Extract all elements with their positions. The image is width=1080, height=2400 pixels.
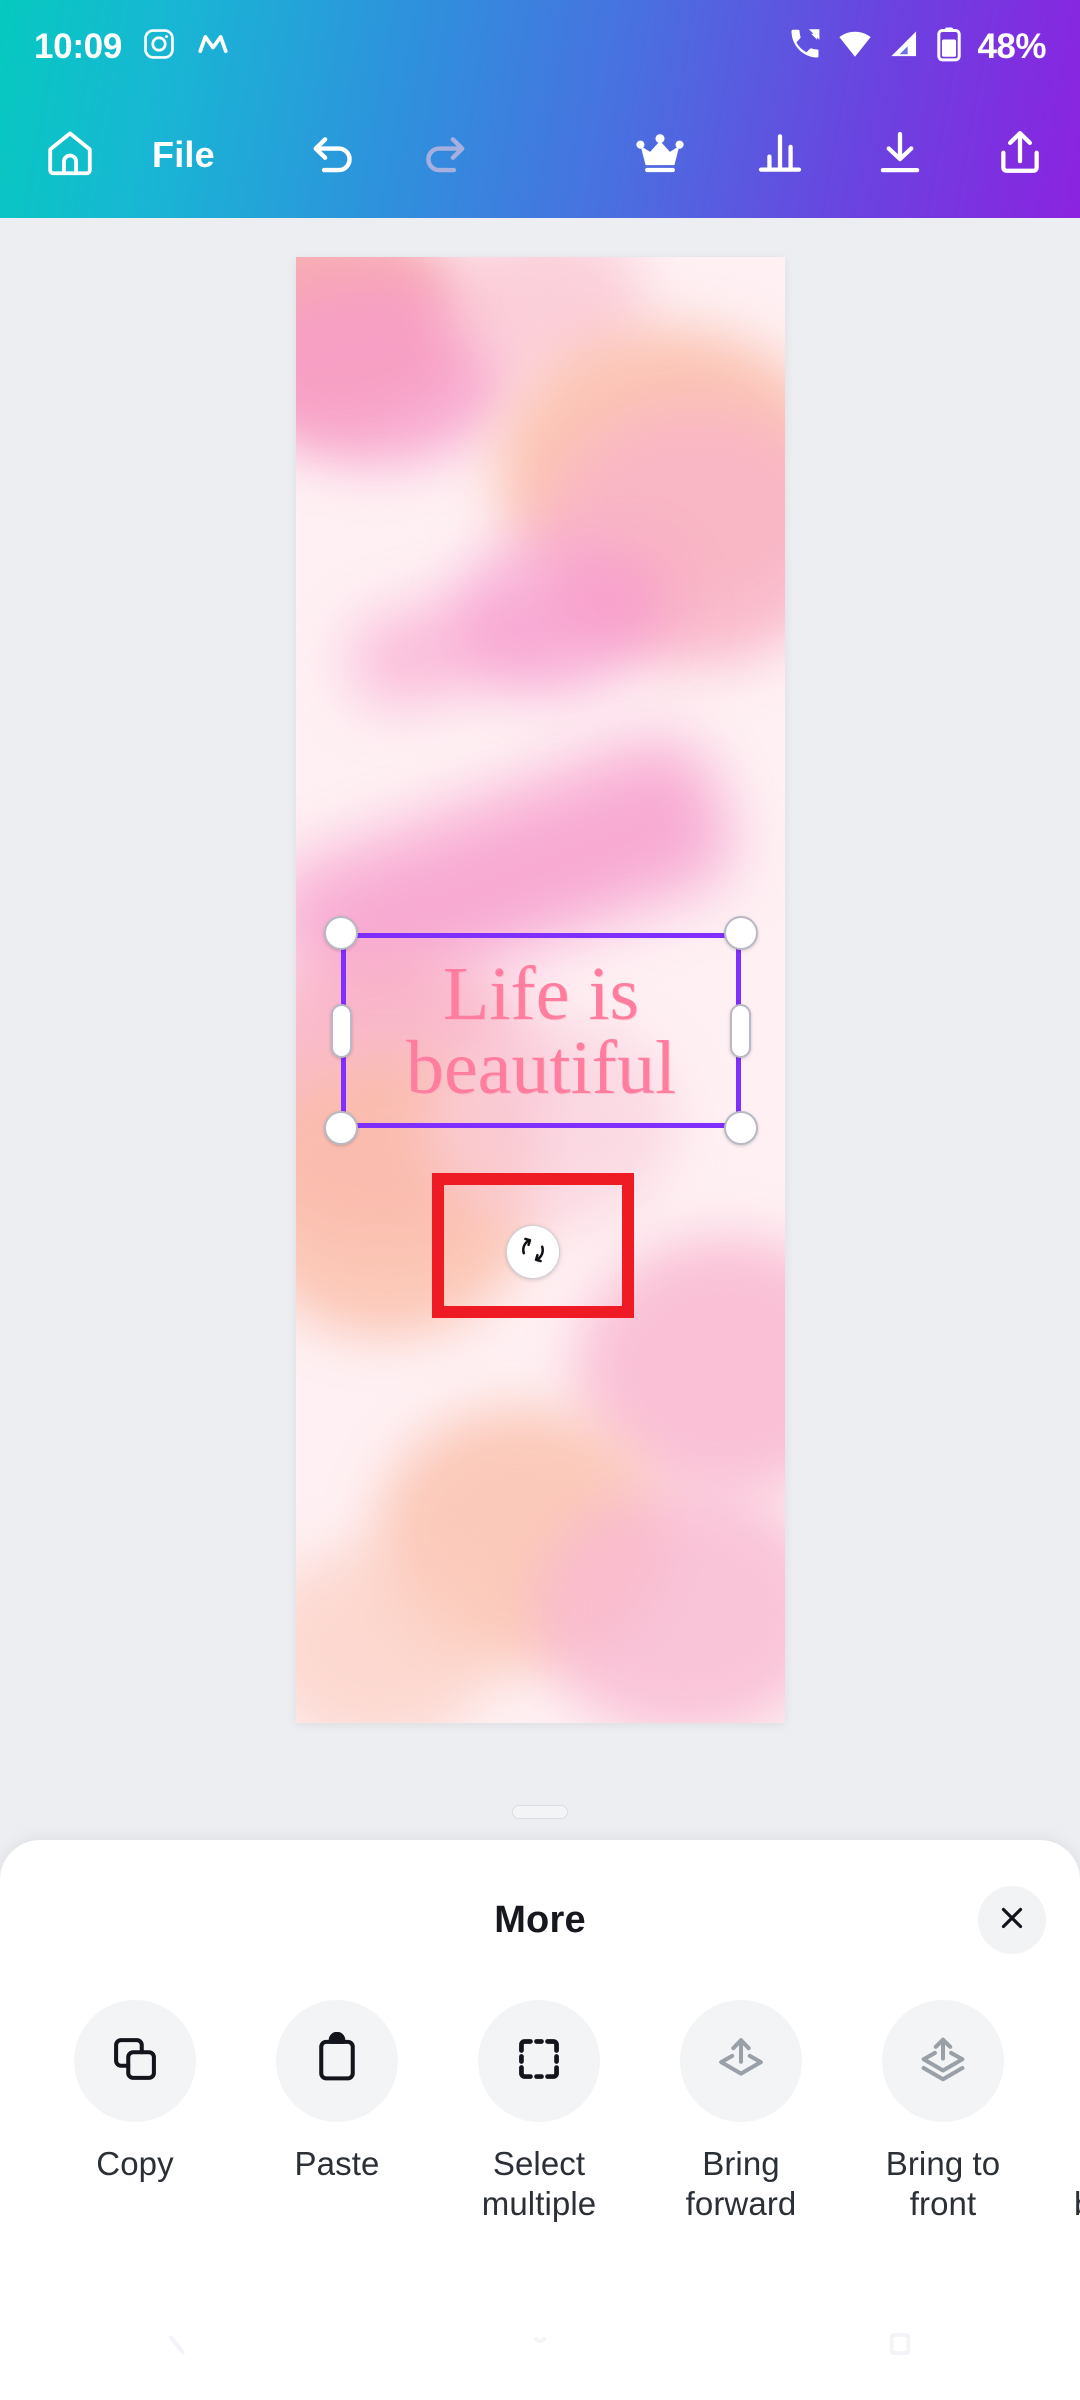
back-icon — [158, 2322, 202, 2371]
action-send-backward[interactable]: Send backward — [1044, 2000, 1080, 2225]
monzo-icon — [196, 27, 230, 66]
action-select-multiple-icon-wrap — [478, 2000, 600, 2122]
redo-icon — [417, 125, 473, 186]
battery-icon — [935, 26, 963, 67]
home-button[interactable] — [14, 92, 126, 218]
action-copy-label: Copy — [96, 2145, 174, 2182]
download-button[interactable] — [840, 92, 960, 218]
cellular-signal-icon — [887, 27, 921, 66]
resize-handle-left[interactable] — [331, 1003, 352, 1058]
app-header: 10:09 48% File — [0, 0, 1080, 218]
resize-handle-bottom-left[interactable] — [324, 1111, 358, 1145]
undo-button[interactable] — [277, 92, 389, 218]
selection-edge-bottom — [341, 1123, 741, 1128]
resize-handle-top-right[interactable] — [724, 916, 758, 950]
resize-handle-top-left[interactable] — [324, 916, 358, 950]
toolbar-right-group — [600, 92, 1080, 218]
action-paste-icon-wrap — [276, 2000, 398, 2122]
crown-icon — [633, 126, 687, 185]
sheet-title: More — [494, 1898, 586, 1941]
home-icon — [43, 126, 97, 185]
resize-handle-right[interactable] — [730, 1003, 751, 1058]
clipboard-icon — [310, 2031, 364, 2091]
action-select-multiple[interactable]: Select multiple — [438, 2000, 640, 2225]
close-icon — [996, 1902, 1028, 1939]
rotate-handle-button[interactable] — [506, 1225, 560, 1279]
action-select-multiple-label: Select multiple — [481, 2145, 597, 2223]
app-screen: 10:09 48% File Life is beautiful More Co… — [0, 0, 1080, 2400]
action-bring-to-front-icon-wrap — [882, 2000, 1004, 2122]
share-icon — [993, 126, 1047, 185]
action-send-backward-label: Send backward — [1074, 2144, 1080, 2225]
editor-toolbar: File — [0, 92, 1080, 218]
selection-edge-top — [341, 933, 741, 938]
recents-icon — [878, 2322, 922, 2371]
sheet-actions-row: Copy Paste Select multiple Bring forward… — [0, 2000, 1080, 2225]
status-bar-right: 48% — [787, 26, 1046, 67]
analytics-button[interactable] — [720, 92, 840, 218]
status-bar: 10:09 48% — [0, 0, 1080, 92]
action-paste-label: Paste — [294, 2145, 380, 2182]
sheet-drag-grabber[interactable] — [512, 1805, 568, 1819]
bring-to-front-icon — [916, 2032, 970, 2091]
nav-recents-button[interactable] — [800, 2322, 1000, 2371]
redo-button — [389, 92, 501, 218]
android-navigation-bar — [0, 2292, 1080, 2400]
bring-forward-icon — [714, 2032, 768, 2091]
action-copy-icon-wrap — [74, 2000, 196, 2122]
status-bar-clock: 10:09 — [34, 26, 123, 66]
editor-workspace[interactable]: Life is beautiful — [0, 218, 1080, 1818]
download-icon — [873, 126, 927, 185]
sheet-header: More — [0, 1840, 1080, 2000]
file-menu-button[interactable]: File — [126, 92, 241, 218]
status-bar-left: 10:09 — [34, 27, 230, 66]
nav-back-button[interactable] — [80, 2322, 280, 2371]
action-bring-to-front[interactable]: Bring to front — [842, 2000, 1044, 2225]
selection-frame[interactable] — [324, 916, 758, 1145]
select-multiple-icon — [512, 2032, 566, 2091]
home-circle-icon — [518, 2322, 562, 2371]
action-bring-forward-icon-wrap — [680, 2000, 802, 2122]
rotate-icon — [517, 1234, 549, 1271]
action-bring-forward-label: Bring forward — [685, 2145, 797, 2223]
instagram-icon — [142, 27, 176, 66]
share-button[interactable] — [960, 92, 1080, 218]
close-sheet-button[interactable] — [978, 1886, 1046, 1954]
resize-handle-bottom-right[interactable] — [724, 1111, 758, 1145]
premium-button[interactable] — [600, 92, 720, 218]
action-copy[interactable]: Copy — [34, 2000, 236, 2184]
undo-icon — [305, 125, 361, 186]
nav-home-button[interactable] — [440, 2322, 640, 2371]
copy-icon — [108, 2032, 162, 2091]
action-paste[interactable]: Paste — [236, 2000, 438, 2184]
wifi-calling-icon — [787, 26, 823, 67]
battery-percent-label: 48% — [977, 26, 1046, 66]
bar-chart-icon — [753, 126, 807, 185]
action-bring-forward[interactable]: Bring forward — [640, 2000, 842, 2225]
wifi-icon — [837, 26, 873, 67]
action-bring-to-front-label: Bring to front — [885, 2145, 1001, 2223]
